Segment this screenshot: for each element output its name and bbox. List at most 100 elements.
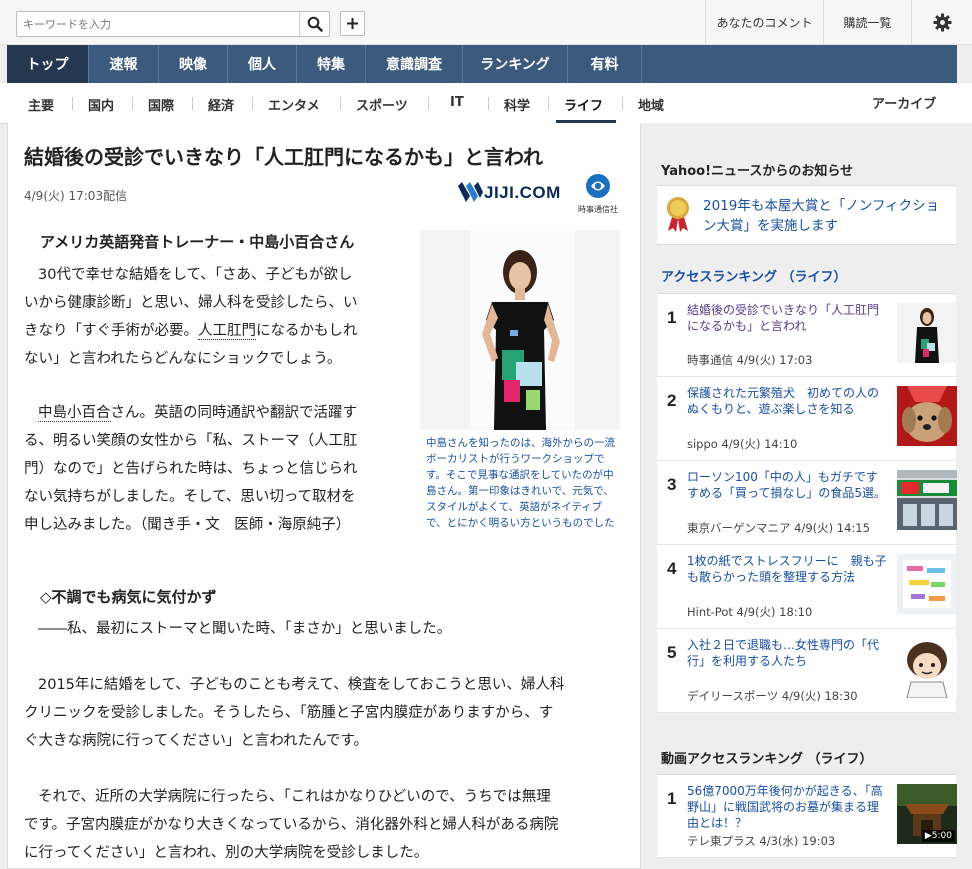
rank-thumbnail[interactable]	[897, 470, 957, 530]
text-line: クリニックを受診しました。そうしたら、「筋腫と子宮内膜症がありますから、す	[24, 705, 554, 721]
cnav-divider	[622, 97, 623, 110]
cnav-world[interactable]: 国際	[148, 95, 174, 114]
jiji-press-logo[interactable]: 時事通信社	[568, 173, 628, 215]
ranking-item[interactable]: 1 結婚後の受診でいきなり「人工肛門になるかも」と言われ 時事通信 4/9(火)…	[657, 293, 957, 377]
rank-title[interactable]: 保護された元繁殖犬 初めての人のぬくもりと、遊ぶ楽しさを知る	[687, 385, 887, 417]
ranking-item[interactable]: 5 入社２日で退職も…女性専門の「代行」を利用する人たち デイリースポーツ 4/…	[657, 629, 957, 713]
cnav-life[interactable]: ライフ	[564, 95, 603, 114]
ranking-title[interactable]: アクセスランキング （ライフ）	[661, 266, 847, 285]
cnav-domestic[interactable]: 国内	[88, 95, 114, 114]
gnav-top[interactable]: トップ	[7, 45, 89, 83]
cnav-it[interactable]: IT	[450, 95, 464, 110]
rank-thumbnail[interactable]	[897, 386, 957, 446]
text-line: いから健康診断」と思い、婦人科を受診したら、い	[24, 295, 358, 311]
page: あなたのコメント 購読一覧 トップ 速報 映像	[0, 0, 972, 869]
cnav-entertainment[interactable]: エンタメ	[268, 95, 320, 114]
jiji-logo[interactable]: JIJI.COM	[456, 178, 561, 208]
cnav-main[interactable]: 主要	[28, 95, 54, 114]
gnav-ranking[interactable]: ランキング	[463, 45, 568, 83]
plus-icon	[347, 18, 358, 29]
rank-meta: sippo 4/9(火) 14:10	[687, 437, 798, 451]
video-thumbnail[interactable]: ▶5:00	[897, 784, 957, 844]
text-line: 2015年に結婚をして、子どものことも考えて、検査をしておこうと思い、婦人科	[38, 677, 565, 693]
video-ranking-item[interactable]: 1 56億7000万年後何かが起きる、「高野山」に戦国武将のお墓が集まる理由とは…	[657, 774, 957, 858]
publish-date: 4/9(火) 17:03配信	[24, 189, 128, 203]
cnav-local[interactable]: 地域	[638, 95, 664, 114]
rank-thumbnail[interactable]	[897, 303, 957, 363]
rank-title[interactable]: ローソン100「中の人」もガチですすめる「買って損なし」の食品5選。	[687, 469, 887, 501]
notice-box[interactable]: 2019年も本屋大賞と「ノンフィクション大賞」を実施します	[657, 185, 956, 245]
paragraph-4: 2015年に結婚をして、子どものことも考えて、検査をしておこうと思い、婦人科 ク…	[24, 671, 628, 755]
archive-link[interactable]: アーカイブ	[872, 93, 936, 112]
jiji-press-mark-icon	[586, 174, 610, 198]
settings-button[interactable]	[911, 0, 972, 45]
rank-title[interactable]: 56億7000万年後何かが起きる、「高野山」に戦国武将のお墓が集まる理由とは！？	[687, 783, 887, 831]
rank-meta: 時事通信 4/9(火) 17:03	[687, 353, 813, 367]
text-line: きなり「すぐ手術が必要。人工肛門になるかもしれ	[24, 317, 404, 345]
text-line: ない」と言われたらどんなにショックでしょう。	[24, 351, 342, 367]
sidebar: Yahoo!ニュースからのお知らせ 2019年も本屋大賞と「ノンフィクション大賞…	[641, 123, 972, 869]
gnav-survey[interactable]: 意識調査	[366, 45, 463, 83]
article-headline: 結婚後の受診でいきなり「人工肛門になるかも」と言われ	[24, 145, 543, 169]
text-line: に行ってください」と言われ、別の大学病院を受診しました。	[24, 845, 429, 861]
rank-number: 3	[667, 475, 677, 494]
notice-link[interactable]: 2019年も本屋大賞と「ノンフィクション大賞」を実施します	[703, 196, 951, 236]
text-line: ない気持ちがしました。そして、思い切って取材を	[24, 489, 356, 505]
jiji-press-logo-text: 時事通信社	[578, 205, 618, 214]
paragraph-1: 30代で幸せな結婚をして、「さあ、子どもが欲し いから健康診断」と思い、婦人科を…	[24, 261, 404, 373]
cnav-sports[interactable]: スポーツ	[356, 95, 408, 114]
gnav-paid[interactable]: 有料	[568, 45, 642, 83]
search-input[interactable]	[17, 12, 299, 36]
subscriptions-link[interactable]: 購読一覧	[823, 0, 911, 45]
cnav-divider	[72, 97, 73, 110]
gnav-features[interactable]: 特集	[297, 45, 366, 83]
search-box	[16, 11, 330, 37]
ranking-item[interactable]: 2 保護された元繁殖犬 初めての人のぬくもりと、遊ぶ楽しさを知る sippo 4…	[657, 377, 957, 461]
rank-meta: 東京バーゲンマニア 4/9(火) 14:15	[687, 521, 870, 535]
woman-thumb	[897, 303, 957, 363]
text-line: ぐ大きな病院に行ってください」と言われたんです。	[24, 733, 368, 749]
gnav-individual[interactable]: 個人	[228, 45, 297, 83]
article: 結婚後の受診でいきなり「人工肛門になるかも」と言われ 4/9(火) 17:03配…	[7, 123, 641, 869]
rank-meta: デイリースポーツ 4/9(火) 18:30	[687, 689, 858, 703]
paper-thumb	[897, 554, 957, 614]
rank-thumbnail[interactable]	[897, 638, 957, 698]
notice-title: Yahoo!ニュースからのお知らせ	[661, 164, 854, 179]
cnav-science[interactable]: 科学	[504, 95, 530, 114]
rank-number: 1	[667, 789, 677, 808]
add-button[interactable]	[340, 11, 365, 36]
rank-title[interactable]: 結婚後の受診でいきなり「人工肛門になるかも」と言われ	[687, 302, 887, 334]
your-comments-link[interactable]: あなたのコメント	[705, 0, 823, 45]
cartoon-thumb	[897, 638, 957, 698]
gnav-breaking[interactable]: 速報	[89, 45, 159, 83]
article-byline: アメリカ英語発音トレーナー・中島小百合さん	[40, 233, 355, 251]
cnav-economy[interactable]: 経済	[208, 95, 234, 114]
text-line: 申し込みました。（聞き手・文 医師・海原純子）	[24, 517, 351, 533]
article-photo[interactable]	[420, 230, 620, 430]
cnav-divider	[428, 97, 429, 110]
keyword-link-nakajima[interactable]: 中島小百合	[38, 405, 111, 422]
video-duration: ▶5:00	[921, 830, 955, 842]
cnav-divider	[548, 97, 549, 110]
ranking-item[interactable]: 3 ローソン100「中の人」もガチですすめる「買って損なし」の食品5選。 東京バ…	[657, 461, 957, 545]
search-button[interactable]	[299, 12, 329, 36]
jiji-mark-icon	[458, 182, 483, 202]
cnav-divider	[192, 97, 193, 110]
text-line: 30代で幸せな結婚をして、「さあ、子どもが欲し	[38, 267, 353, 283]
search-icon	[307, 16, 323, 32]
paragraph-2: 中島小百合さん。英語の同時通訳や翻訳で活躍す る、明るい笑顔の女性から「私、スト…	[24, 399, 404, 539]
keyword-link-stoma[interactable]: 人工肛門	[198, 323, 256, 340]
rank-meta: テレ東プラス 4/3(水) 19:03	[687, 834, 836, 848]
text-line: る、明るい笑顔の女性から「私、ストーマ（人工肛	[24, 433, 358, 449]
jiji-logo-text: JIJI.COM	[484, 183, 561, 202]
ranking-item[interactable]: 4 1枚の紙でストレスフリーに 親も子も散らかった頭を整理する方法 Hint-P…	[657, 545, 957, 629]
rank-number: 4	[667, 559, 677, 578]
rank-thumbnail[interactable]	[897, 554, 957, 614]
rank-title[interactable]: 入社２日で退職も…女性専門の「代行」を利用する人たち	[687, 637, 887, 669]
video-ranking-title: 動画アクセスランキング （ライフ）	[661, 752, 873, 767]
text-line: です。子宮内膜症がかなり大きくなっているから、消化器外科と婦人科がある病院	[24, 817, 559, 833]
dog-thumb	[897, 386, 957, 446]
gnav-video[interactable]: 映像	[159, 45, 228, 83]
cnav-divider	[340, 97, 341, 110]
rank-title[interactable]: 1枚の紙でストレスフリーに 親も子も散らかった頭を整理する方法	[687, 553, 887, 585]
